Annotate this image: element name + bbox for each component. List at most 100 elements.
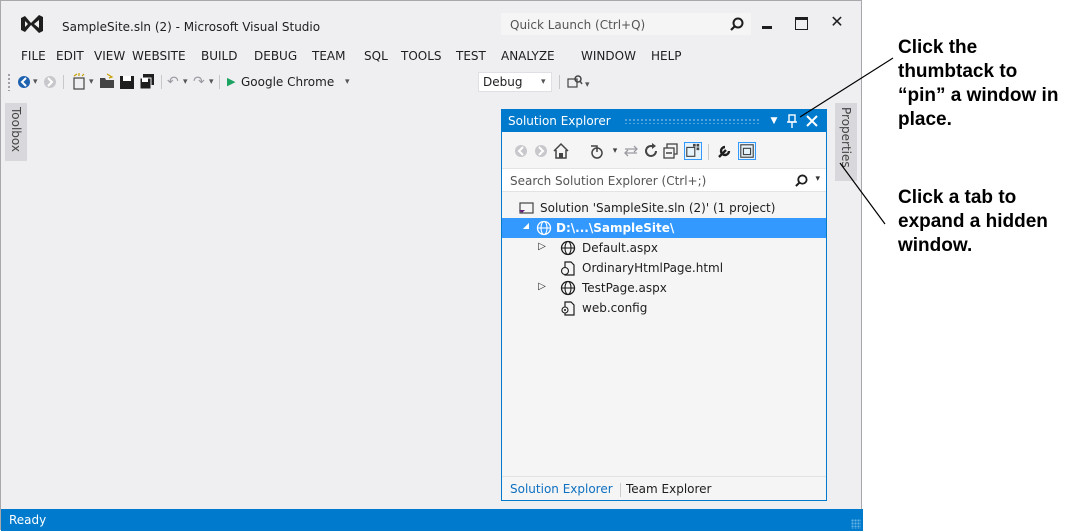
toolbar-separator: [559, 75, 560, 89]
menu-debug[interactable]: DEBUG: [254, 49, 297, 63]
run-target-label[interactable]: Google Chrome: [241, 73, 334, 91]
panel-grip[interactable]: [624, 118, 760, 124]
undo-dropdown-icon[interactable]: ▾: [183, 73, 188, 91]
show-all-files-icon[interactable]: [684, 142, 702, 160]
menu-window[interactable]: WINDOW: [581, 49, 636, 63]
toolbar-options-icon[interactable]: ▾: [585, 76, 590, 94]
tree-item-solution[interactable]: Solution 'SampleSite.sln (2)' (1 project…: [502, 198, 826, 218]
menu-file[interactable]: FILE: [21, 49, 46, 63]
home-icon[interactable]: [552, 142, 570, 160]
tab-solution-explorer[interactable]: Solution Explorer: [510, 482, 613, 496]
menu-test[interactable]: TEST: [456, 49, 486, 63]
solution-configuration-dropdown[interactable]: Debug ▾: [478, 72, 552, 92]
quick-launch-placeholder: Quick Launch (Ctrl+Q): [510, 18, 646, 32]
solution-explorer-title: Solution Explorer: [508, 114, 611, 128]
redo-icon[interactable]: ↷: [193, 73, 205, 91]
save-all-icon[interactable]: [139, 73, 155, 91]
pin-callout-text: Click the thumbtack to “pin” a window in…: [898, 37, 1059, 130]
menu-team[interactable]: TEAM: [312, 49, 345, 63]
tree-item-label: web.config: [582, 301, 648, 315]
tab-callout-text: Click a tab to expand a hidden window.: [898, 187, 1048, 256]
menu-bar: FILE EDIT VIEW WEBSITE BUILD DEBUG TEAM …: [1, 45, 861, 67]
menu-website[interactable]: WEBSITE: [132, 49, 186, 63]
pin-thumbtack-icon[interactable]: [784, 113, 800, 129]
refresh-icon[interactable]: [642, 142, 660, 160]
minimize-button[interactable]: [753, 11, 781, 35]
tree-item-label: TestPage.aspx: [582, 281, 667, 295]
solution-icon: [519, 202, 534, 214]
menu-sql[interactable]: SQL: [364, 49, 388, 63]
collapsed-arrow-icon[interactable]: ▷: [536, 281, 548, 292]
aspx-globe-icon: [560, 240, 576, 256]
solution-explorer-panel: Solution Explorer ▼ ▾ Search Solution Ex…: [501, 109, 827, 501]
quick-launch-box[interactable]: Quick Launch (Ctrl+Q): [501, 13, 751, 35]
find-in-files-icon[interactable]: [567, 73, 583, 91]
menu-tools[interactable]: TOOLS: [401, 49, 442, 63]
resize-grip-icon[interactable]: [851, 519, 861, 529]
pending-changes-filter-icon[interactable]: [588, 142, 606, 160]
window-title: SampleSite.sln (2) - Microsoft Visual St…: [62, 20, 321, 34]
solution-tree: Solution 'SampleSite.sln (2)' (1 project…: [502, 198, 826, 478]
menu-edit[interactable]: EDIT: [56, 49, 84, 63]
new-project-dropdown-icon[interactable]: ▾: [89, 73, 94, 91]
properties-wrench-icon[interactable]: [716, 142, 734, 160]
solution-search-box[interactable]: Search Solution Explorer (Ctrl+;) ▾: [502, 168, 826, 192]
maximize-button[interactable]: [787, 11, 815, 35]
back-dropdown-icon[interactable]: ▾: [33, 73, 38, 91]
search-icon[interactable]: [795, 174, 808, 187]
undo-icon[interactable]: ↶: [167, 73, 179, 91]
navigate-forward-icon[interactable]: [43, 73, 57, 91]
navigate-back-icon[interactable]: [17, 73, 31, 91]
tree-item-website-project[interactable]: ◢ D:\...\SampleSite\: [502, 218, 826, 238]
tree-item-test-page-aspx[interactable]: ▷ TestPage.aspx: [502, 278, 826, 298]
new-project-icon[interactable]: [71, 73, 87, 91]
menu-help[interactable]: HELP: [651, 49, 682, 63]
tree-item-label: Solution 'SampleSite.sln (2)' (1 project…: [540, 201, 776, 215]
close-panel-icon[interactable]: [804, 113, 820, 129]
run-target-dropdown-icon[interactable]: ▾: [345, 73, 350, 91]
toolbox-tab-label: Toolbox: [9, 107, 23, 152]
tab-team-explorer[interactable]: Team Explorer: [626, 482, 712, 496]
menu-analyze[interactable]: ANALYZE: [501, 49, 555, 63]
toolbar-grip[interactable]: [7, 73, 11, 91]
solution-explorer-toolbar: ▾: [502, 136, 826, 166]
visual-studio-logo-icon: [21, 15, 43, 33]
tab-separator: [620, 483, 621, 497]
toolbar-separator: [219, 75, 220, 89]
collapsed-arrow-icon[interactable]: ▷: [536, 241, 548, 252]
open-file-icon[interactable]: [99, 73, 115, 91]
solution-explorer-header[interactable]: Solution Explorer ▼: [502, 110, 826, 132]
status-text: Ready: [9, 513, 47, 527]
expanded-arrow-icon[interactable]: ◢: [520, 221, 532, 230]
tree-item-web-config[interactable]: web.config: [502, 298, 826, 318]
menu-view[interactable]: VIEW: [94, 49, 125, 63]
standard-toolbar: ▾ ▾ ↶ ▾ ↷ ▾ ▶ Google Chrome ▾ Debug ▾ ▾: [1, 69, 861, 95]
aspx-globe-icon: [560, 280, 576, 296]
configuration-value: Debug: [483, 75, 523, 89]
chevron-down-icon: ▾: [541, 77, 546, 87]
close-window-button[interactable]: ✕: [823, 11, 851, 35]
forward-icon[interactable]: [532, 142, 550, 160]
toolbox-tab[interactable]: Toolbox: [5, 103, 27, 161]
collapse-all-icon[interactable]: [662, 142, 680, 160]
properties-tab[interactable]: Properties: [835, 103, 857, 181]
save-icon[interactable]: [119, 73, 135, 91]
tree-item-ordinary-html-page[interactable]: OrdinaryHtmlPage.html: [502, 258, 826, 278]
redo-dropdown-icon[interactable]: ▾: [209, 73, 214, 91]
window-position-dropdown-icon[interactable]: ▼: [766, 113, 782, 129]
tree-item-label: Default.aspx: [582, 241, 658, 255]
start-debugging-play-icon[interactable]: ▶: [227, 73, 235, 91]
back-icon[interactable]: [512, 142, 530, 160]
website-globe-icon: [536, 220, 552, 236]
config-file-icon: [561, 301, 575, 316]
tree-item-label: D:\...\SampleSite\: [556, 221, 675, 235]
status-bar: Ready: [1, 509, 863, 531]
menu-build[interactable]: BUILD: [201, 49, 237, 63]
preview-selected-items-icon[interactable]: [738, 142, 756, 160]
toolbar-separator: [708, 144, 709, 160]
search-options-dropdown-icon[interactable]: ▾: [815, 174, 820, 184]
tree-item-label: OrdinaryHtmlPage.html: [582, 261, 724, 275]
sync-with-active-document-icon[interactable]: [622, 142, 640, 160]
toolbar-separator: [161, 75, 162, 89]
tree-item-default-aspx[interactable]: ▷ Default.aspx: [502, 238, 826, 258]
